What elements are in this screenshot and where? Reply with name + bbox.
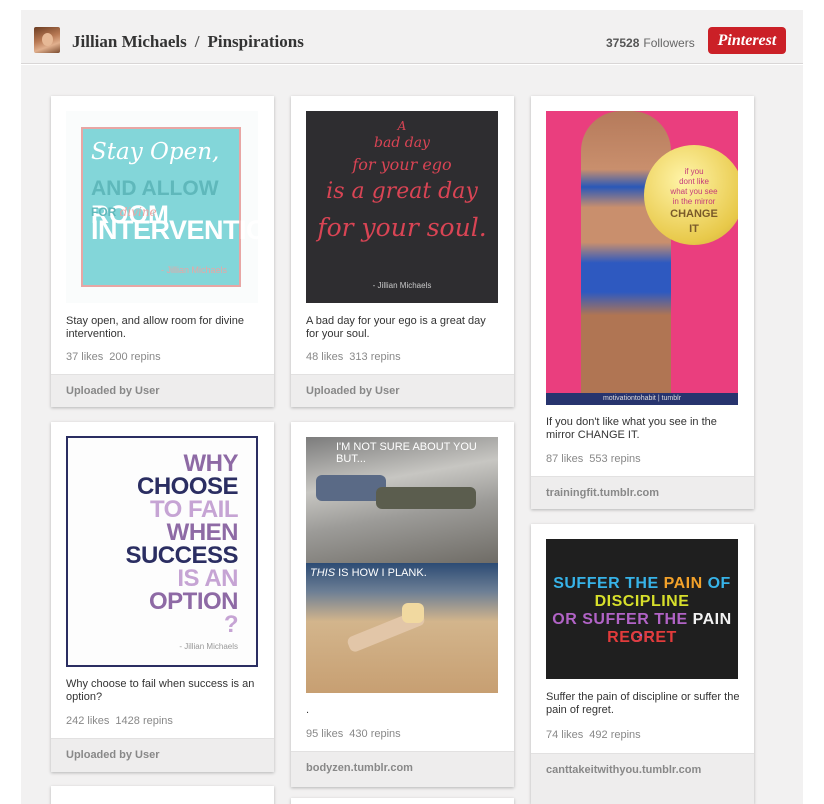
quote-signature: - Jillian Michaels — [179, 642, 238, 651]
pin-description: A bad day for your ego is a great day fo… — [306, 315, 486, 340]
image-caption: THIS IS HOW I PLANK. — [310, 567, 427, 579]
repins-count[interactable]: 313 repins — [349, 351, 400, 363]
pin-source[interactable]: bodyzen.tumblr.com — [291, 751, 514, 787]
likes-count[interactable]: 87 likes — [546, 453, 583, 465]
plank-photo-bottom: THIS IS HOW I PLANK. — [306, 563, 498, 693]
pin-stats: 95 likes 430 repins — [306, 728, 401, 740]
pin-source[interactable]: Uploaded by User — [291, 374, 514, 407]
profile-name-link[interactable]: Jillian Michaels — [72, 32, 187, 51]
repins-count[interactable]: 430 repins — [349, 728, 400, 740]
likes-count[interactable]: 37 likes — [66, 351, 103, 363]
athlete-figure — [581, 111, 671, 403]
pin-description: Stay open, and allow room for divine int… — [66, 315, 244, 340]
repins-count[interactable]: 553 repins — [589, 453, 640, 465]
pin-image[interactable]: I'M NOT SURE ABOUT YOU BUT... THIS IS HO… — [306, 437, 498, 693]
pin-source[interactable]: trainingfit.tumblr.com — [531, 476, 754, 509]
pin-card[interactable]: Stay Open, AND ALLOW ROOM FOR divine INT… — [51, 96, 274, 407]
board-frame: Jillian Michaels / Pinspirations 37528 Foll… — [21, 10, 803, 804]
pin-image[interactable]: A bad day for your ego is a great day fo… — [306, 111, 498, 303]
pin-card[interactable]: if you dont like what you see in the mir… — [531, 96, 754, 509]
repins-count[interactable]: 200 repins — [109, 351, 160, 363]
pin-description: Suffer the pain of discipline or suffer … — [546, 691, 740, 716]
quote-panel: Stay Open, AND ALLOW ROOM FOR divine INT… — [81, 127, 258, 287]
pinterest-logo-button[interactable]: Pinterest — [708, 27, 786, 54]
pin-source[interactable]: Uploaded by User — [51, 738, 274, 772]
pin-image[interactable]: WHY CHOOSE TO FAIL WHEN SUCCESS IS AN OP… — [66, 436, 258, 667]
header-divider — [21, 63, 803, 65]
pin-card-partial[interactable] — [291, 798, 514, 804]
quote-line: for your soul. — [317, 213, 487, 242]
pin-source[interactable]: canttakeitwithyou.tumblr.com — [531, 753, 754, 804]
quote-line: is a great day — [326, 179, 478, 204]
quote-line: INTERVENTION — [91, 215, 258, 245]
quote-signature: - Jillian Michaels — [161, 265, 228, 275]
title-separator: / — [194, 32, 200, 51]
pin-card[interactable]: I'M NOT SURE ABOUT YOU BUT... THIS IS HO… — [291, 422, 514, 787]
pin-stats: 37 likes 200 repins — [66, 351, 161, 363]
likes-count[interactable]: 48 likes — [306, 351, 343, 363]
followers-number: 37528 — [606, 36, 640, 50]
pin-description: Why choose to fail when success is an op… — [66, 678, 255, 703]
quote-signature: - Jillian Michaels — [372, 281, 432, 290]
pin-source[interactable]: Uploaded by User — [51, 374, 274, 407]
likes-count[interactable]: 74 likes — [546, 729, 583, 741]
image-caption: I'M NOT SURE ABOUT YOU BUT... — [336, 441, 477, 465]
quote-line: A — [397, 119, 407, 133]
board-title: Jillian Michaels / Pinspirations — [72, 32, 304, 52]
board-header: Jillian Michaels / Pinspirations 37528 Foll… — [21, 10, 803, 64]
likes-count[interactable]: 95 likes — [306, 728, 343, 740]
pin-image[interactable]: Stay Open, AND ALLOW ROOM FOR divine INT… — [66, 111, 258, 303]
board-name-link[interactable]: Pinspirations — [207, 32, 303, 51]
repins-count[interactable]: 1428 repins — [115, 715, 173, 727]
followers-count[interactable]: 37528 Followers — [606, 36, 695, 50]
pin-stats: 48 likes 313 repins — [306, 351, 401, 363]
pin-description: . — [306, 704, 310, 716]
quote-line: Stay Open, — [91, 139, 220, 165]
followers-label: Followers — [643, 36, 695, 50]
pin-stats: 242 likes 1428 repins — [66, 715, 173, 727]
pin-card[interactable]: SUFFER THE PAIN OF DISCIPLINE OR SUFFER … — [531, 524, 754, 804]
quote-line: for your ego — [352, 155, 452, 174]
pin-card[interactable]: A bad day for your ego is a great day fo… — [291, 96, 514, 407]
exercise-ball: if you dont like what you see in the mir… — [644, 145, 738, 245]
pin-card[interactable]: WHY CHOOSE TO FAIL WHEN SUCCESS IS AN OP… — [51, 422, 274, 772]
pin-card-partial[interactable] — [51, 786, 274, 804]
repins-count[interactable]: 492 repins — [589, 729, 640, 741]
image-watermark: motivationtohabit | tumblr — [546, 393, 738, 405]
likes-count[interactable]: 242 likes — [66, 715, 109, 727]
pin-image[interactable]: SUFFER THE PAIN OF DISCIPLINE OR SUFFER … — [546, 539, 738, 679]
profile-avatar[interactable] — [34, 27, 60, 53]
quote-line: bad day — [374, 135, 430, 151]
pin-stats: 87 likes 553 repins — [546, 453, 641, 465]
pin-stats: 74 likes 492 repins — [546, 729, 641, 741]
plank-photo-top: I'M NOT SURE ABOUT YOU BUT... — [306, 437, 498, 563]
pin-description: If you don't like what you see in the mi… — [546, 416, 717, 441]
pin-image[interactable]: if you dont like what you see in the mir… — [546, 111, 738, 405]
